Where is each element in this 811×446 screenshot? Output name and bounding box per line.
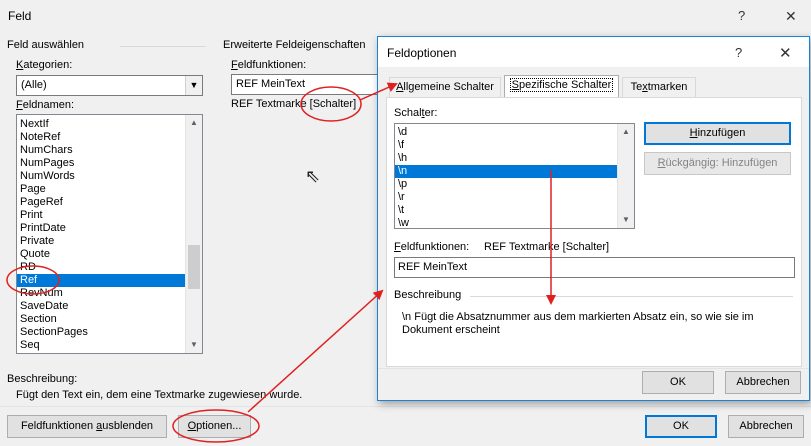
- fieldname-item[interactable]: Print: [17, 209, 185, 222]
- advanced-group-label: Erweiterte Feldeigenschaften: [223, 39, 366, 51]
- select-field-group-label: Feld auswählen: [7, 39, 85, 51]
- cancel-button[interactable]: Abbrechen: [728, 415, 804, 438]
- options-description-line2: Dokument erscheint: [402, 324, 500, 336]
- fieldname-item[interactable]: NextIf: [17, 118, 185, 131]
- switch-item[interactable]: \d: [395, 126, 617, 139]
- switch-item[interactable]: \r: [395, 191, 617, 204]
- fieldname-item[interactable]: SaveDate: [17, 300, 185, 313]
- fieldname-item[interactable]: PrintDate: [17, 222, 185, 235]
- fieldname-item[interactable]: Quote: [17, 248, 185, 261]
- fieldname-item[interactable]: Private: [17, 235, 185, 248]
- fieldname-item[interactable]: SectionPages: [17, 326, 185, 339]
- mouse-cursor-icon: ⇖: [305, 166, 321, 186]
- description-text: Fügt den Text ein, dem eine Textmarke zu…: [16, 389, 303, 401]
- fieldname-item[interactable]: PageRef: [17, 196, 185, 209]
- fieldnames-label: Feldnamen:: [16, 99, 75, 111]
- field-options-dialog: Feldoptionen ? ✕ Allgemeine Schalter Spe…: [377, 36, 810, 401]
- close-icon[interactable]: ✕: [785, 8, 797, 25]
- fieldname-item[interactable]: NoteRef: [17, 131, 185, 144]
- scroll-down-icon[interactable]: ▼: [186, 337, 202, 353]
- undo-add-button: Rückgängig: Hinzufügen: [644, 152, 791, 175]
- fieldname-item[interactable]: NumWords: [17, 170, 185, 183]
- options-description-line1: \n Fügt die Absatznummer aus dem markier…: [402, 311, 754, 323]
- group-divider: [120, 46, 206, 47]
- fieldname-item[interactable]: Seq: [17, 339, 185, 352]
- field-codes-syntax: REF Textmarke [Schalter]: [231, 98, 356, 110]
- fieldname-item[interactable]: NumChars: [17, 144, 185, 157]
- fieldname-item[interactable]: NumPages: [17, 157, 185, 170]
- tab-bookmarks[interactable]: Textmarken: [622, 77, 696, 97]
- description-divider: [470, 296, 793, 297]
- options-field-codes-input[interactable]: REF MeinText: [394, 257, 795, 278]
- options-button[interactable]: Optionen...: [178, 415, 251, 438]
- categories-label: Kategorien:: [16, 59, 73, 71]
- switches-label: Schalter:: [394, 107, 438, 119]
- options-ok-button[interactable]: OK: [642, 371, 714, 394]
- fieldname-item[interactable]: RD: [17, 261, 185, 274]
- help-icon[interactable]: ?: [735, 45, 742, 60]
- fieldname-item[interactable]: RevNum: [17, 287, 185, 300]
- switches-list[interactable]: \d \f \h \n \p \r \t \w ▲ ▼: [394, 123, 635, 229]
- options-cancel-button[interactable]: Abbrechen: [725, 371, 801, 394]
- field-codes-value: REF MeinText: [236, 78, 306, 90]
- fieldname-item[interactable]: Ref: [17, 274, 185, 287]
- tab-general-switches[interactable]: Allgemeine Schalter: [389, 77, 501, 97]
- switch-item[interactable]: \h: [395, 152, 617, 165]
- switch-item[interactable]: \p: [395, 178, 617, 191]
- scroll-down-icon[interactable]: ▼: [618, 212, 634, 228]
- fieldnames-scrollbar[interactable]: ▲ ▼: [185, 115, 202, 353]
- ok-button[interactable]: OK: [645, 415, 717, 438]
- fieldnames-list[interactable]: NextIf NoteRef NumChars NumPages NumWords Pag…: [16, 114, 203, 354]
- fieldname-item[interactable]: Page: [17, 183, 185, 196]
- switch-item[interactable]: \n: [395, 165, 617, 178]
- description-label: Beschreibung:: [7, 373, 78, 385]
- options-description-label: Beschreibung: [394, 289, 462, 301]
- options-footer-divider: [378, 368, 809, 369]
- options-title-bar: Feldoptionen ? ✕: [378, 37, 809, 67]
- switch-item[interactable]: \t: [395, 204, 617, 217]
- hide-field-codes-button[interactable]: Feldfunktionen ausblenden: [7, 415, 167, 438]
- scroll-up-icon[interactable]: ▲: [186, 115, 202, 131]
- switch-item[interactable]: \w: [395, 217, 617, 228]
- syntax-switch: [Schalter]: [309, 98, 357, 110]
- categories-value: (Alle): [21, 79, 47, 91]
- categories-combo[interactable]: (Alle) ▼: [16, 75, 203, 96]
- options-title: Feldoptionen: [387, 46, 457, 60]
- field-codes-label: Feldfunktionen:: [231, 59, 307, 71]
- close-icon[interactable]: ✕: [779, 44, 792, 62]
- tab-specific-switches[interactable]: Spezifische Schalter: [504, 75, 619, 98]
- switches-scrollbar[interactable]: ▲ ▼: [617, 124, 634, 228]
- fieldname-item[interactable]: Section: [17, 313, 185, 326]
- footer-divider: [0, 406, 811, 407]
- options-field-codes-label: Feldfunktionen:: [394, 241, 470, 253]
- options-field-codes-syntax: REF Textmarke [Schalter]: [484, 241, 610, 253]
- chevron-down-icon[interactable]: ▼: [185, 76, 202, 95]
- scroll-up-icon[interactable]: ▲: [618, 124, 634, 140]
- help-icon[interactable]: ?: [738, 8, 745, 23]
- scroll-thumb[interactable]: [188, 245, 200, 289]
- switch-item[interactable]: \f: [395, 139, 617, 152]
- options-field-codes-value: REF MeinText: [398, 261, 468, 273]
- add-switch-button[interactable]: Hinzufügen: [644, 122, 791, 145]
- field-codes-input[interactable]: REF MeinText: [231, 74, 381, 95]
- dialog-title: Feld: [8, 9, 32, 23]
- syntax-prefix: REF Textmarke: [231, 98, 310, 110]
